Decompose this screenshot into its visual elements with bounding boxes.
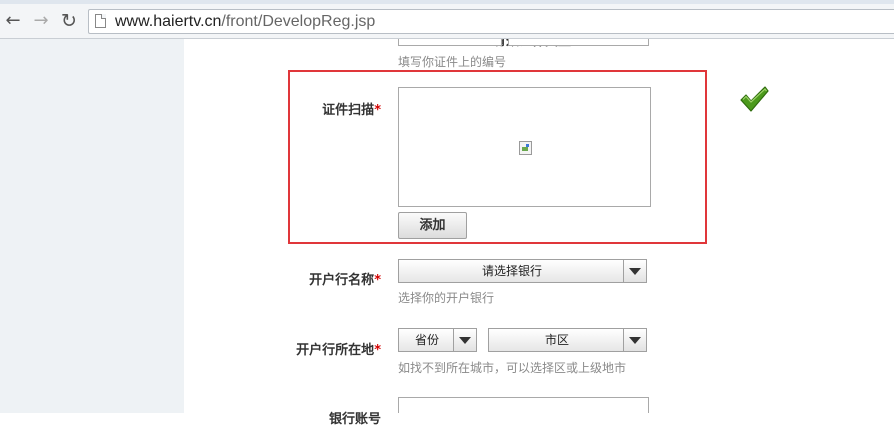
back-icon[interactable]: ← bbox=[4, 12, 22, 30]
url-text[interactable]: www.haiertv.cn/front/DevelopReg.jsp bbox=[115, 13, 375, 31]
cert-type-select[interactable] bbox=[398, 39, 502, 46]
city-select-value: 市区 bbox=[544, 333, 569, 347]
bank-select-value: 请选择银行 bbox=[481, 264, 542, 278]
url-path: /front/DevelopReg.jsp bbox=[221, 13, 376, 30]
bank-name-label: 开户行名称* bbox=[309, 269, 381, 288]
cert-type-hint: 填写你证件上的编号 bbox=[398, 55, 507, 69]
required-mark: * bbox=[374, 273, 381, 288]
bank-account-input[interactable] bbox=[398, 397, 649, 413]
browser-toolbar: ← → ↻ www.haiertv.cn/front/DevelopReg.js… bbox=[0, 4, 894, 39]
bank-name-hint: 选择你的开户银行 bbox=[398, 291, 495, 305]
bank-name-label-text: 开户行名称 bbox=[309, 273, 375, 288]
page-icon bbox=[95, 14, 106, 28]
url-host: www.haiertv.cn bbox=[115, 13, 222, 30]
address-bar[interactable]: www.haiertv.cn/front/DevelopReg.jsp bbox=[88, 9, 894, 34]
cert-scan-preview bbox=[398, 87, 651, 207]
chevron-down-icon[interactable] bbox=[623, 329, 646, 351]
forward-icon[interactable]: → bbox=[32, 12, 50, 30]
cert-scan-label-text: 证件扫描 bbox=[322, 103, 375, 118]
required-mark: * bbox=[374, 343, 381, 358]
city-select[interactable]: 市区 bbox=[488, 328, 647, 352]
chevron-down-icon[interactable] bbox=[453, 329, 476, 351]
chevron-down-icon[interactable] bbox=[623, 260, 646, 282]
add-button[interactable]: 添加 bbox=[398, 212, 467, 239]
bank-location-label-text: 开户行所在地 bbox=[296, 343, 375, 358]
cert-number-input[interactable] bbox=[508, 39, 649, 46]
reload-icon[interactable]: ↻ bbox=[60, 12, 78, 31]
cert-type-row-clip: 有效证件类型 bbox=[184, 39, 894, 49]
bank-account-label: 银行账号 bbox=[328, 412, 381, 427]
bank-select[interactable]: 请选择银行 bbox=[398, 259, 647, 283]
cert-scan-label: 证件扫描* bbox=[322, 99, 381, 118]
bank-location-label: 开户行所在地* bbox=[296, 339, 381, 358]
bank-location-hint: 如找不到所在城市，可以选择区或上级地市 bbox=[398, 361, 627, 375]
left-sidebar bbox=[0, 39, 184, 413]
green-checkmark-icon bbox=[740, 86, 769, 112]
province-select[interactable]: 省份 bbox=[398, 328, 477, 352]
province-select-value: 省份 bbox=[414, 333, 439, 347]
broken-image-icon bbox=[519, 141, 532, 155]
required-mark: * bbox=[374, 103, 381, 118]
